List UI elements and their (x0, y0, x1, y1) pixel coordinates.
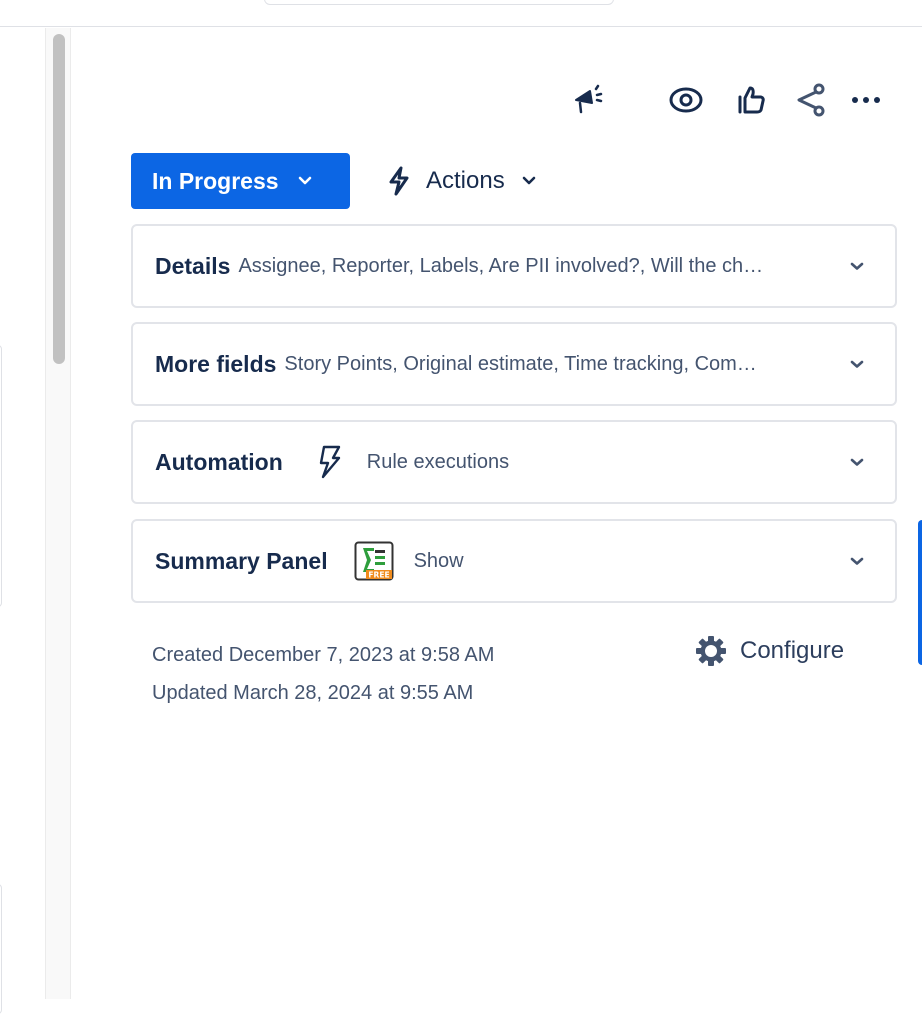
chevron-down-icon (849, 454, 865, 470)
summary-panel[interactable]: Summary Panel FREE Show (131, 519, 897, 603)
configure-label: Configure (740, 637, 845, 664)
more-button[interactable] (846, 80, 886, 120)
gear-icon (694, 634, 728, 668)
summary-panel-app-icon: FREE (354, 541, 394, 581)
left-panel-card (0, 345, 2, 607)
updated-date: Updated March 28, 2024 at 9:55 AM (152, 682, 474, 704)
scrollbar-track[interactable] (45, 28, 71, 999)
chevron-down-icon (297, 173, 313, 189)
chevron-down-icon (849, 553, 865, 569)
announce-button[interactable] (570, 80, 610, 120)
summary-panel-title: Summary Panel (155, 547, 328, 574)
issue-action-icons (570, 80, 886, 120)
status-dropdown-button[interactable]: In Progress (131, 153, 350, 209)
automation-title: Automation (155, 448, 283, 475)
actions-dropdown-button[interactable]: Actions (386, 153, 537, 209)
created-date: Created December 7, 2023 at 9:58 AM (152, 644, 495, 666)
free-badge: FREE (368, 571, 389, 580)
scrollbar-thumb[interactable] (53, 34, 65, 364)
share-icon (797, 83, 825, 117)
top-bar (0, 0, 922, 27)
summary-panel-show: Show (413, 549, 464, 572)
lightning-bolt-icon (317, 444, 343, 480)
details-title: Details (155, 252, 231, 279)
details-panel[interactable]: Details Assignee, Reporter, Labels, Are … (131, 224, 897, 308)
chevron-down-icon (849, 258, 865, 274)
automation-panel[interactable]: Automation Rule executions (131, 420, 897, 504)
more-fields-panel[interactable]: More fields Story Points, Original estim… (131, 322, 897, 406)
chevron-down-icon (849, 356, 865, 372)
megaphone-icon (575, 84, 603, 114)
more-fields-summary: Story Points, Original estimate, Time tr… (284, 352, 757, 375)
actions-label: Actions (426, 167, 505, 194)
share-button[interactable] (790, 80, 830, 120)
search-box[interactable] (264, 0, 614, 5)
details-summary: Assignee, Reporter, Labels, Are PII invo… (238, 254, 764, 277)
thumbs-up-icon (738, 86, 765, 114)
issue-dates: Created December 7, 2023 at 9:58 AM Upda… (152, 636, 494, 712)
lightning-bolt-icon (386, 165, 412, 197)
more-fields-title: More fields (155, 350, 277, 377)
status-label: In Progress (152, 167, 279, 194)
chevron-down-icon (521, 173, 537, 189)
automation-rule-executions: Rule executions (366, 450, 510, 473)
more-horizontal-icon (852, 97, 880, 103)
right-edge-panel-tab[interactable] (918, 520, 922, 665)
eye-icon (669, 87, 703, 113)
configure-button[interactable]: Configure (694, 634, 844, 668)
watch-button[interactable] (666, 80, 706, 120)
left-panel-card (0, 884, 2, 1014)
status-actions-row: In Progress Actions (131, 153, 537, 209)
vote-button[interactable] (732, 80, 772, 120)
